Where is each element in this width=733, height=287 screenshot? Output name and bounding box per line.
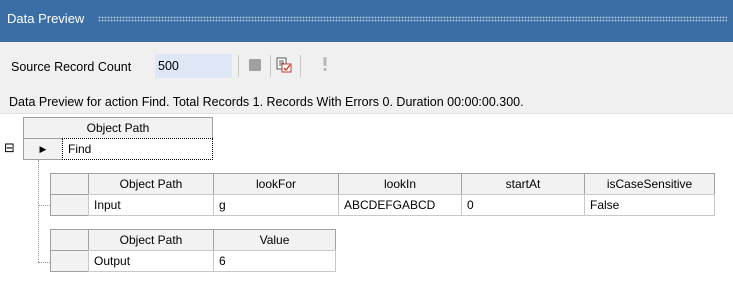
input-header-startat[interactable]: startAt	[461, 173, 585, 195]
collapse-icon[interactable]: ⊟	[4, 138, 18, 160]
input-header-lookin[interactable]: lookIn	[338, 173, 462, 195]
tree-line	[38, 262, 50, 263]
info-bar: Data Preview for action Find. Total Reco…	[0, 90, 733, 114]
record-count-label: Source Record Count	[11, 60, 132, 74]
input-row-selector[interactable]	[50, 194, 89, 216]
info-icon	[323, 57, 327, 71]
root-row-find[interactable]: Find	[62, 138, 213, 160]
input-header-lookfor[interactable]: lookFor	[213, 173, 339, 195]
preview-validate-icon	[276, 57, 292, 73]
title-grip[interactable]	[98, 16, 727, 22]
tree-line	[38, 160, 39, 262]
record-count-input[interactable]	[155, 54, 232, 78]
stop-icon	[249, 59, 261, 71]
toolbar-separator	[238, 55, 239, 77]
toolbar: Source Record Count	[0, 42, 733, 90]
input-cell-startat[interactable]: 0	[461, 194, 585, 216]
input-row-header-corner	[50, 173, 88, 195]
output-header-object-path[interactable]: Object Path	[88, 229, 214, 251]
info-button[interactable]	[320, 56, 338, 74]
root-header-object-path[interactable]: Object Path	[23, 117, 213, 139]
tree-line	[38, 205, 50, 206]
window-title: Data Preview	[7, 11, 85, 26]
preview-status-message: Data Preview for action Find. Total Reco…	[9, 95, 524, 109]
data-grid: Object Path ⊟ ▶ Find Object Path lookFor…	[0, 114, 733, 287]
output-cell-object-path[interactable]: Output	[88, 250, 214, 272]
preview-validate-button[interactable]	[275, 56, 293, 74]
row-indicator-icon[interactable]: ▶	[23, 138, 63, 160]
output-row-selector[interactable]	[50, 250, 89, 272]
toolbar-separator	[270, 55, 271, 77]
input-cell-iscasesensitive[interactable]: False	[584, 194, 715, 216]
stop-button[interactable]	[246, 56, 264, 74]
input-header-object-path[interactable]: Object Path	[88, 173, 214, 195]
output-row-header-corner	[50, 229, 88, 251]
input-header-iscasesensitive[interactable]: isCaseSensitive	[584, 173, 715, 195]
output-header-value[interactable]: Value	[213, 229, 336, 251]
output-cell-value[interactable]: 6	[213, 250, 336, 272]
input-cell-lookfor[interactable]: g	[213, 194, 339, 216]
input-cell-lookin[interactable]: ABCDEFGABCD	[338, 194, 462, 216]
title-bar: Data Preview	[0, 0, 733, 42]
toolbar-separator	[300, 55, 301, 77]
input-cell-object-path[interactable]: Input	[88, 194, 214, 216]
